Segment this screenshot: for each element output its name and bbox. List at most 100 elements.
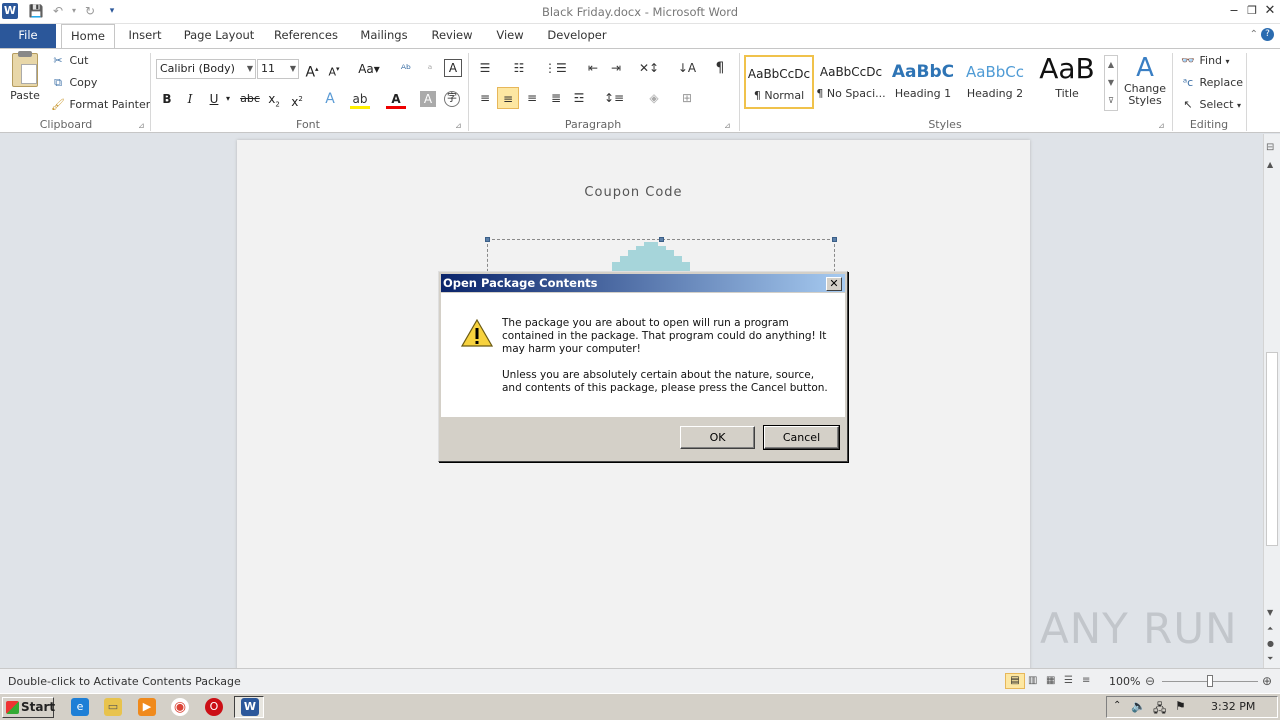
superscript-icon[interactable]: x2	[287, 89, 307, 109]
tab-developer[interactable]: Developer	[544, 24, 610, 48]
clock[interactable]: 3:32 PM	[1211, 700, 1255, 713]
font-launcher-icon[interactable]: ⊿	[455, 121, 462, 130]
clipboard-launcher-icon[interactable]: ⊿	[138, 121, 145, 130]
paste-button[interactable]: Paste	[8, 51, 42, 102]
network-icon[interactable]: 🖧	[1153, 699, 1166, 720]
bold-icon[interactable]: B	[157, 89, 177, 109]
tab-mailings[interactable]: Mailings	[354, 24, 414, 48]
italic-icon[interactable]: I	[180, 89, 200, 109]
style-heading-1[interactable]: AaBbC Heading 1	[888, 55, 958, 109]
dialog-title-bar[interactable]: Open Package Contents ✕	[441, 274, 845, 292]
text-effects-icon[interactable]: A	[320, 89, 340, 109]
vertical-scrollbar[interactable]: ⊟ ▲ ▼ ⏶ ● ⏷	[1263, 134, 1280, 668]
scrollbar-thumb[interactable]	[1266, 352, 1278, 546]
resize-handle[interactable]	[832, 237, 837, 242]
highlight-icon[interactable]: ab	[350, 89, 370, 109]
numbering-icon[interactable]: ☷	[508, 57, 530, 79]
multilevel-list-icon[interactable]: ⋮☰	[544, 57, 567, 79]
show-formatting-icon[interactable]: ¶	[709, 57, 731, 79]
ok-button[interactable]: OK	[680, 426, 755, 449]
align-center-icon[interactable]: ≡	[497, 87, 519, 109]
grow-font-icon[interactable]: A▴	[302, 59, 322, 81]
word-taskbar-button[interactable]: W	[234, 696, 264, 718]
internet-explorer-icon[interactable]: e	[71, 698, 89, 716]
character-border-icon[interactable]: A	[444, 59, 462, 77]
volume-icon[interactable]: 🔈	[1131, 699, 1146, 713]
draft-icon[interactable]: ≡	[1082, 675, 1090, 686]
browse-object-icon[interactable]: ●	[1267, 639, 1274, 648]
format-painter-button[interactable]: 🖌 Format Painter	[50, 98, 150, 111]
folder-icon[interactable]: ▭	[104, 698, 122, 716]
tab-review[interactable]: Review	[426, 24, 478, 48]
strikethrough-icon[interactable]: abc	[240, 89, 260, 109]
restore-icon[interactable]: ❐	[1244, 2, 1260, 20]
find-button[interactable]: 👓 Find ▾	[1180, 54, 1229, 67]
align-right-icon[interactable]: ≡	[521, 87, 543, 109]
media-player-icon[interactable]: ▶	[138, 698, 156, 716]
clear-formatting-icon[interactable]: ᴬᵇ	[396, 59, 416, 79]
next-page-icon[interactable]: ⏷	[1267, 654, 1273, 664]
sort-az-icon[interactable]: ↓A	[676, 57, 698, 79]
tab-home[interactable]: Home	[61, 24, 115, 49]
paragraph-launcher-icon[interactable]: ⊿	[724, 121, 731, 130]
line-spacing-icon[interactable]: ↕≡	[603, 87, 625, 109]
replace-button[interactable]: ᵃc Replace	[1180, 76, 1243, 89]
web-layout-icon[interactable]: ▦	[1046, 675, 1055, 686]
tab-references[interactable]: References	[270, 24, 342, 48]
subscript-icon[interactable]: x2	[264, 89, 284, 109]
character-shading-icon[interactable]: A	[420, 91, 436, 107]
cancel-button[interactable]: Cancel	[763, 425, 840, 450]
sort-icon[interactable]: ✕↕	[638, 57, 660, 79]
font-name-combo[interactable]: Calibri (Body) ▼	[156, 59, 256, 79]
tab-file[interactable]: File	[0, 24, 56, 48]
tab-page-layout[interactable]: Page Layout	[180, 24, 258, 48]
distributed-icon[interactable]: ☲	[568, 87, 590, 109]
minimize-ribbon-icon[interactable]: ⌃	[1250, 29, 1258, 40]
close-icon[interactable]: ✕	[1262, 2, 1278, 20]
tab-insert[interactable]: Insert	[122, 24, 168, 48]
zoom-out-icon[interactable]: ⊖	[1145, 674, 1155, 688]
zoom-level[interactable]: 100%	[1109, 675, 1140, 688]
resize-handle[interactable]	[659, 237, 664, 242]
zoom-in-icon[interactable]: ⊕	[1262, 674, 1272, 688]
start-button[interactable]: Start	[2, 697, 55, 718]
cut-button[interactable]: ✂ Cut	[50, 54, 88, 67]
font-size-combo[interactable]: 11 ▼	[257, 59, 299, 79]
style-heading-2[interactable]: AaBbCc Heading 2	[960, 55, 1030, 109]
copy-button[interactable]: ⧉ Copy	[50, 76, 97, 90]
borders-icon[interactable]: ⊞	[676, 87, 698, 109]
resize-handle[interactable]	[485, 237, 490, 242]
scroll-up-icon[interactable]: ▲	[1267, 160, 1273, 169]
underline-dropdown-icon[interactable]: ▾	[222, 89, 234, 109]
action-center-flag-icon[interactable]: ⚑	[1175, 699, 1186, 713]
scroll-down-icon[interactable]: ▼	[1267, 608, 1273, 617]
minimize-icon[interactable]: ‒	[1226, 2, 1242, 20]
styles-launcher-icon[interactable]: ⊿	[1158, 121, 1165, 130]
ruler-toggle-icon[interactable]: ⊟	[1266, 142, 1274, 153]
tab-view[interactable]: View	[490, 24, 530, 48]
zoom-slider-thumb[interactable]	[1207, 675, 1213, 687]
change-case-icon[interactable]: Aa▾	[356, 59, 382, 79]
align-left-icon[interactable]: ≡	[474, 87, 496, 109]
opera-icon[interactable]: O	[205, 698, 223, 716]
increase-indent-icon[interactable]: ⇥	[605, 57, 627, 79]
decrease-indent-icon[interactable]: ⇤	[582, 57, 604, 79]
tray-expand-icon[interactable]: ⌃	[1113, 700, 1121, 711]
style-title[interactable]: AaB Title	[1032, 55, 1102, 109]
print-layout-icon[interactable]: ▤	[1005, 673, 1025, 689]
outline-icon[interactable]: ☰	[1064, 675, 1073, 686]
style-normal[interactable]: AaBbCcDc ¶ Normal	[744, 55, 814, 109]
change-styles-button[interactable]: A Change Styles	[1122, 53, 1168, 107]
bullets-icon[interactable]: ☰	[474, 57, 496, 79]
help-icon[interactable]: ?	[1261, 28, 1274, 41]
full-screen-reading-icon[interactable]: ▥	[1028, 675, 1037, 686]
underline-icon[interactable]: U	[204, 89, 224, 109]
styles-scroll[interactable]: ▲ ▼ ⊽	[1104, 55, 1118, 111]
dialog-close-button[interactable]: ✕	[826, 277, 842, 291]
previous-page-icon[interactable]: ⏶	[1267, 624, 1273, 634]
chrome-icon[interactable]: ◉	[171, 698, 189, 716]
style-no-spacing[interactable]: AaBbCcDc ¶ No Spaci...	[816, 55, 886, 109]
phonetic-guide-icon[interactable]: ᵃ	[420, 59, 440, 79]
shading-icon[interactable]: ◈	[643, 87, 665, 109]
enclose-characters-icon[interactable]: 字	[444, 91, 460, 107]
